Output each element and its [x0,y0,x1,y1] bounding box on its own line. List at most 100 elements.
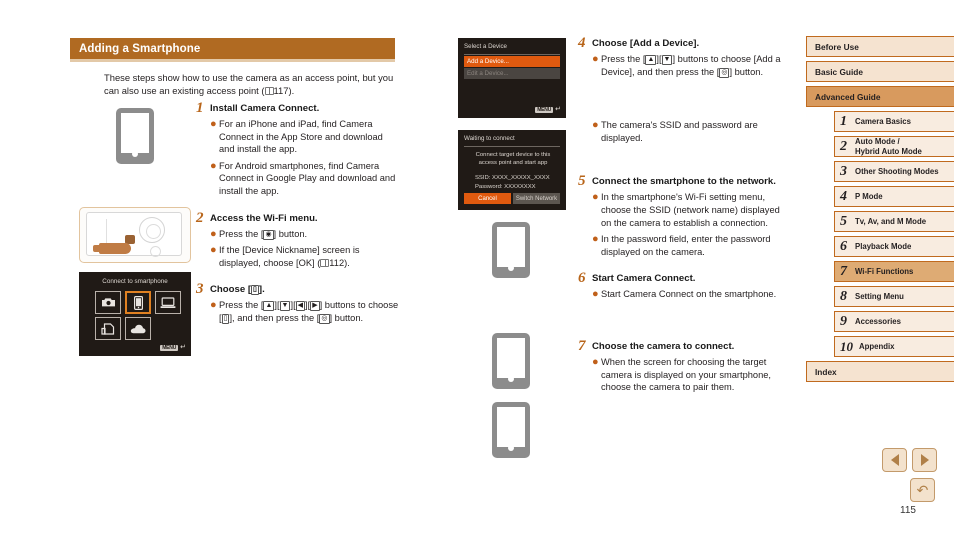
bullet: ● The camera's SSID and password are dis… [592,119,788,144]
phone-home-button [132,151,138,157]
camera-dial-icon [150,246,161,257]
step-3-head: 3 Choose [▯]. [196,282,399,297]
chapter-number: 4 [840,188,847,204]
bullet-dot-icon: ● [210,299,217,312]
chapter-label: Playback Mode [855,241,912,251]
steps-column-left: 1 Install Camera Connect. ● For an iPhon… [196,101,399,329]
bullet-dot-icon: ● [592,288,599,301]
step-7-bullets: ● When the screen for choosing the targe… [592,356,788,394]
phone-screen [497,227,525,267]
bullet: ● Press the [▲][▼][◀][▶] buttons to choo… [210,299,399,324]
smartphone-illustration [492,333,530,389]
page-title: Adding a Smartphone [79,42,201,55]
smartphone-glyph [133,295,143,310]
step-6-head: 6 Start Camera Connect. [578,271,788,286]
sidebar-item-chapter-7[interactable]: 7 Wi-Fi Functions [834,261,954,283]
step-3-title: Choose [▯]. [210,284,265,296]
page-nav-row [882,448,937,472]
page-reference-icon [264,87,274,96]
bullet-text: Press the [▲][▼][◀][▶] buttons to choose… [219,300,399,324]
bullet-text: For Android smartphones, find Camera Con… [219,160,396,196]
step-4: 4 Choose [Add a Device]. ● Press the [▲]… [578,36,788,144]
chapter-label: Accessories [855,316,901,326]
step-6: 6 Start Camera Connect. ● Start Camera C… [578,271,788,301]
previous-page-button[interactable] [882,448,907,472]
bullet: ● When the screen for choosing the targe… [592,356,788,394]
phone-home-button [508,376,514,382]
bullet: ● Press the [◉] button. [210,228,399,241]
back-button[interactable]: ↶ [910,478,935,502]
sidebar-item-advanced-guide[interactable]: Advanced Guide [806,86,954,107]
bullet: ● In the password field, enter the passw… [592,233,788,258]
lcd-cancel-button: Cancel [464,193,511,204]
sidebar-item-basic-guide[interactable]: Basic Guide [806,61,954,82]
wifi-menu-printer-icon [95,317,121,340]
bullet-text: Press the [▲][▼] buttons to choose [Add … [601,54,781,78]
sidebar-item-chapter-6[interactable]: 6 Playback Mode [834,236,954,258]
smartphone-illustration [116,108,154,164]
down-button-icon: ▼ [661,55,673,65]
step-1: 1 Install Camera Connect. ● For an iPhon… [196,101,399,198]
sidebar-item-chapter-8[interactable]: 8 Setting Menu [834,286,954,308]
return-arrow-icon: ↵ [555,106,561,113]
step-3-bullets: ● Press the [▲][▼][◀][▶] buttons to choo… [210,299,399,324]
func-set-button-icon: ◎ [319,313,330,324]
return-arrow-icon: ↵ [180,344,186,351]
bullet-text: The camera's SSID and password are displ… [601,120,758,143]
down-button-icon: ▼ [279,301,291,312]
cloud-glyph [130,324,146,333]
sidebar-item-chapter-2[interactable]: 2 Auto Mode / Hybrid Auto Mode [834,136,954,158]
step-6-bullets: ● Start Camera Connect on the smartphone… [592,288,788,301]
step-5-number: 5 [578,173,586,190]
chapter-number: 8 [840,288,847,304]
sidebar-item-chapter-9[interactable]: 9 Accessories [834,311,954,333]
camera-lens-icon [139,217,165,243]
sidebar-item-chapter-5[interactable]: 5 Tv, Av, and M Mode [834,211,954,233]
step-7: 7 Choose the camera to connect. ● When t… [578,338,788,394]
lcd-waiting-to-connect-screenshot: Waiting to connect Connect target device… [458,130,566,210]
bullet: ● For an iPhone and iPad, find Camera Co… [210,118,399,156]
chapter-label: Auto Mode / Hybrid Auto Mode [855,137,922,156]
sidebar-item-chapter-3[interactable]: 3 Other Shooting Modes [834,161,954,183]
intro-paragraph: These steps show how to use the camera a… [104,72,394,97]
step-2-head: 2 Access the Wi-Fi menu. [196,210,399,225]
step-4-head: 4 Choose [Add a Device]. [578,36,788,51]
lcd-select-device-screenshot: Select a Device Add a Device... Edit a D… [458,38,566,118]
wifi-menu-smartphone-icon[interactable] [125,291,151,314]
bullet-text: For an iPhone and iPad, find Camera Conn… [219,119,383,155]
ssid-label: SSID: [475,175,491,181]
sidebar-item-before-use[interactable]: Before Use [806,36,954,57]
bullet-dot-icon: ● [592,233,599,246]
wifi-icon-grid [95,291,181,340]
wifi-menu-computer-icon [155,291,181,314]
page-reference-icon [320,258,330,267]
step-5: 5 Connect the smartphone to the network.… [578,174,788,258]
lcd-waiting-buttons: Cancel Switch Network [464,193,560,204]
bullet-dot-icon: ● [592,355,599,368]
chapter-label: Setting Menu [855,291,904,301]
step-1-head: 1 Install Camera Connect. [196,100,399,116]
chapter-label: Tv, Av, and M Mode [855,216,927,226]
sidebar-item-chapter-1[interactable]: 1 Camera Basics [834,111,954,132]
lcd-waiting-title: Waiting to connect [464,135,515,142]
camera-wifi-button-illustration [79,207,191,263]
bullet-text: When the screen for choosing the target … [601,356,772,393]
step-1-title: Install Camera Connect. [210,103,320,114]
ssid-value: XXXX_XXXXX_XXXX [492,175,550,181]
bullet: ● Press the [▲][▼] buttons to choose [Ad… [592,53,788,78]
lcd-row-edit-a-device: Edit a Device... [464,68,560,79]
chapter-number: 10 [840,338,853,354]
step-1-number: 1 [196,100,204,116]
sidebar-item-label: Before Use [815,41,859,52]
sidebar-item-index[interactable]: Index [806,361,954,383]
sidebar-item-chapter-4[interactable]: 4 P Mode [834,186,954,208]
password-label: Password: [475,183,503,190]
next-page-button[interactable] [912,448,937,472]
smartphone-illustration [492,222,530,278]
step-2-title: Access the Wi-Fi menu. [210,212,318,224]
up-button-icon: ▲ [263,301,275,312]
sidebar-item-chapter-10[interactable]: 10 Appendix [834,336,954,358]
